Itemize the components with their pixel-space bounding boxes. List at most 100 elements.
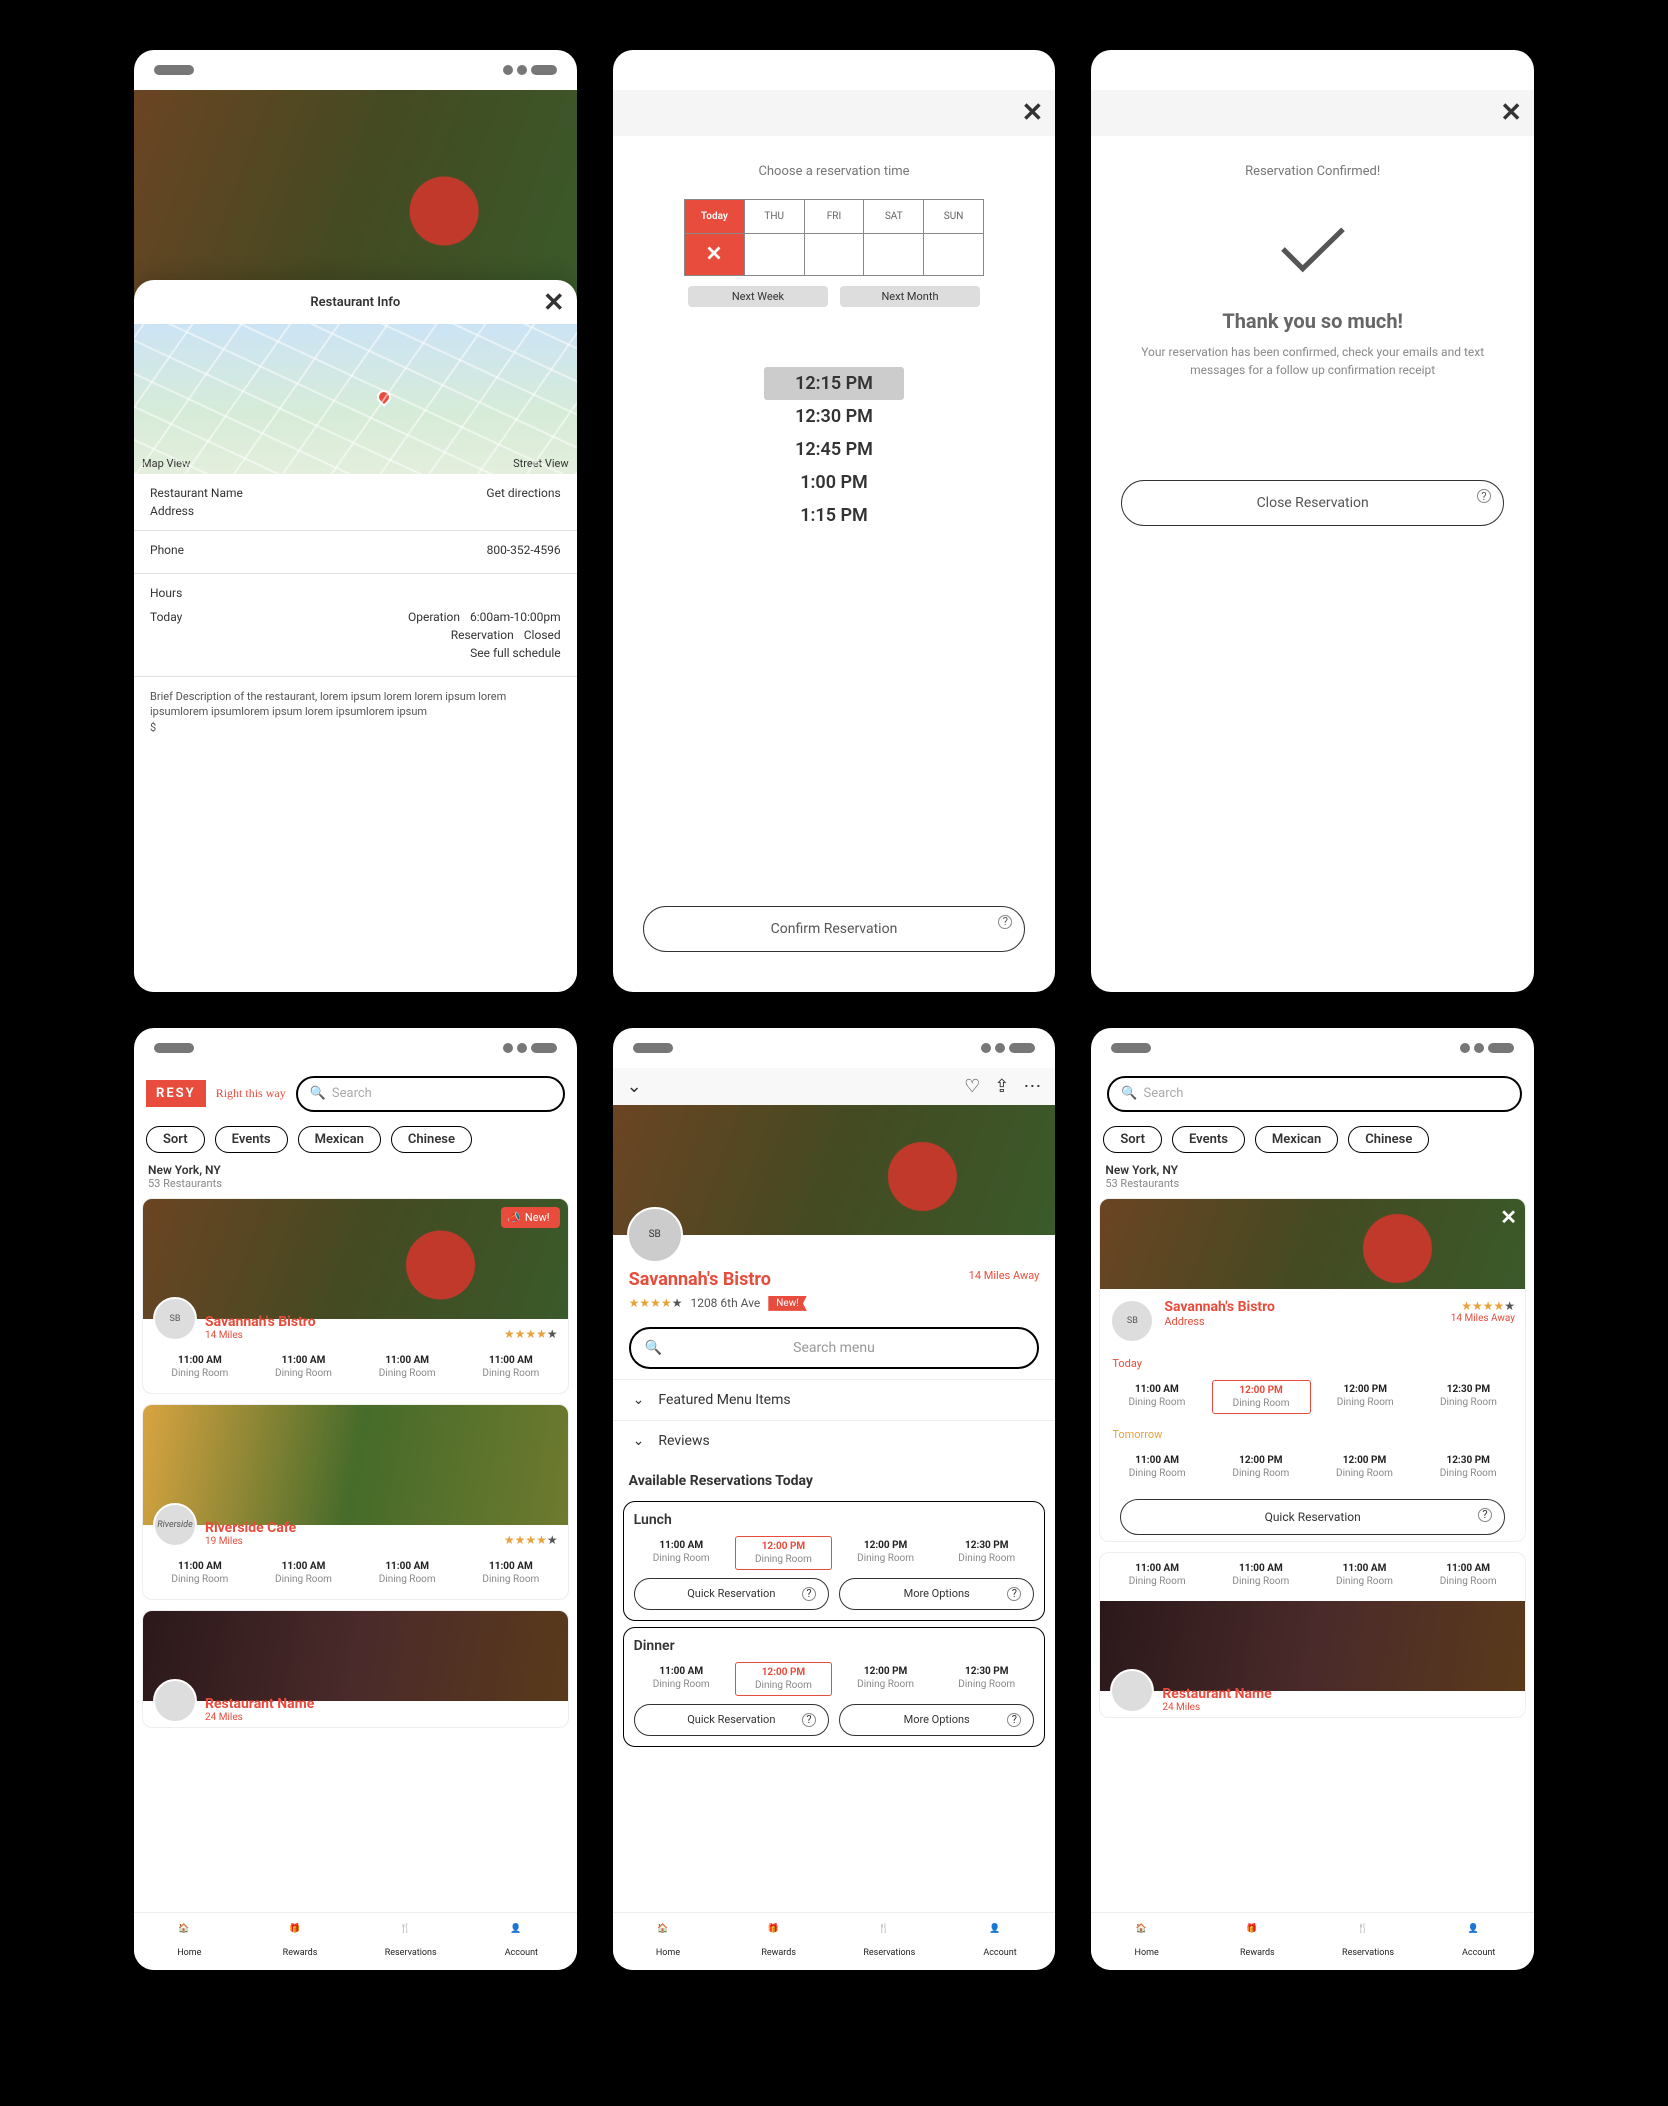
- time-slot[interactable]: 12:30 PMDining Room: [939, 1662, 1034, 1696]
- chip-events[interactable]: Events: [215, 1126, 288, 1153]
- time-slot[interactable]: 11:00 AMDining Room: [1108, 1559, 1206, 1591]
- restaurant-card-expanded[interactable]: ✕ SB Savannah's Bistro Address ★★★★★ 14 …: [1099, 1198, 1526, 1542]
- time-slot[interactable]: 11:00 AMDining Room: [634, 1662, 729, 1696]
- time-slot-selected[interactable]: 12:00 PMDining Room: [1212, 1380, 1311, 1414]
- restaurant-card[interactable]: 11:00 AMDining Room 11:00 AMDining Room …: [1099, 1552, 1526, 1718]
- tab-reservations[interactable]: 🍴Reservations: [1313, 1913, 1424, 1970]
- resy-logo[interactable]: RESY: [146, 1080, 206, 1107]
- help-icon[interactable]: ?: [1478, 1508, 1492, 1522]
- time-slot-selected[interactable]: 12:00 PMDining Room: [735, 1662, 832, 1696]
- tab-rewards[interactable]: 🎁Rewards: [1202, 1913, 1313, 1970]
- time-slot[interactable]: 12:00 PMDining Room: [1317, 1380, 1414, 1414]
- reviews-accordion[interactable]: ⌄ Reviews: [613, 1420, 1056, 1461]
- help-icon[interactable]: ?: [1007, 1713, 1021, 1727]
- more-icon[interactable]: ⋯: [1023, 1076, 1041, 1097]
- time-slot[interactable]: 11:00 AMDining Room: [1212, 1559, 1310, 1591]
- chip-sort[interactable]: Sort: [1103, 1126, 1162, 1153]
- tab-home[interactable]: 🏠Home: [134, 1913, 245, 1970]
- search-menu-input[interactable]: 🔍 Search menu: [629, 1327, 1040, 1369]
- tab-reservations[interactable]: 🍴Reservations: [834, 1913, 945, 1970]
- tab-home[interactable]: 🏠Home: [1091, 1913, 1202, 1970]
- restaurant-card[interactable]: 📣 New! SB Savannah's Bistro 14 Miles ★★★…: [142, 1198, 569, 1394]
- chip-mexican[interactable]: Mexican: [298, 1126, 381, 1153]
- help-icon[interactable]: ?: [1007, 1587, 1021, 1601]
- time-slot[interactable]: 11:00 AMDining Room: [634, 1536, 729, 1570]
- tab-rewards[interactable]: 🎁Rewards: [723, 1913, 834, 1970]
- quick-reservation-button[interactable]: Quick Reservation?: [634, 1704, 829, 1736]
- search-input[interactable]: 🔍 Search: [1107, 1076, 1522, 1112]
- tab-account[interactable]: 👤Account: [1423, 1913, 1534, 1970]
- featured-menu-accordion[interactable]: ⌄ Featured Menu Items: [613, 1379, 1056, 1420]
- tab-reservations[interactable]: 🍴Reservations: [355, 1913, 466, 1970]
- share-icon[interactable]: ⇪: [994, 1076, 1009, 1097]
- close-icon[interactable]: ✕: [1500, 98, 1522, 128]
- calendar-day[interactable]: THU: [744, 200, 804, 234]
- search-input[interactable]: 🔍 Search: [296, 1076, 565, 1112]
- close-icon[interactable]: ✕: [1022, 98, 1044, 128]
- time-slot[interactable]: 11:00 AMDining Room: [151, 1557, 249, 1589]
- street-view-toggle[interactable]: Street View: [513, 457, 569, 470]
- tab-account[interactable]: 👤Account: [945, 1913, 1056, 1970]
- time-slot[interactable]: 12:00 PMDining Room: [1316, 1451, 1414, 1483]
- heart-icon[interactable]: ♡: [964, 1076, 980, 1097]
- close-icon[interactable]: ✕: [1500, 1205, 1517, 1229]
- time-slot[interactable]: 12:00 PMDining Room: [838, 1536, 933, 1570]
- time-slot[interactable]: 12:30 PMDining Room: [1420, 1380, 1517, 1414]
- chip-events[interactable]: Events: [1172, 1126, 1245, 1153]
- chip-chinese[interactable]: Chinese: [1348, 1126, 1429, 1153]
- help-icon[interactable]: ?: [802, 1713, 816, 1727]
- chevron-down-icon[interactable]: ⌄: [627, 1076, 642, 1097]
- tab-rewards[interactable]: 🎁Rewards: [245, 1913, 356, 1970]
- time-slot[interactable]: 11:00 AMDining Room: [1419, 1559, 1517, 1591]
- close-reservation-button[interactable]: Close Reservation ?: [1121, 480, 1504, 526]
- time-slot[interactable]: 11:00 AMDining Room: [358, 1351, 456, 1383]
- time-option[interactable]: 1:15 PM: [613, 499, 1056, 532]
- time-slot[interactable]: 12:00 PMDining Room: [838, 1662, 933, 1696]
- calendar-day[interactable]: SAT: [864, 200, 924, 234]
- map-view-toggle[interactable]: Map View: [142, 457, 190, 470]
- more-options-button[interactable]: More Options?: [839, 1578, 1034, 1610]
- calendar-day[interactable]: FRI: [804, 200, 864, 234]
- more-options-button[interactable]: More Options?: [839, 1704, 1034, 1736]
- time-slot[interactable]: 11:00 AMDining Room: [358, 1557, 456, 1589]
- time-slot[interactable]: 11:00 AMDining Room: [255, 1557, 353, 1589]
- quick-reservation-button[interactable]: Quick Reservation?: [634, 1578, 829, 1610]
- time-slot[interactable]: 11:00 AMDining Room: [1316, 1559, 1414, 1591]
- time-slot[interactable]: 11:00 AMDining Room: [462, 1351, 560, 1383]
- tab-home[interactable]: 🏠Home: [613, 1913, 724, 1970]
- chip-chinese[interactable]: Chinese: [391, 1126, 472, 1153]
- time-slot[interactable]: 11:00 AMDining Room: [462, 1557, 560, 1589]
- time-slot[interactable]: 11:00 AMDining Room: [1108, 1451, 1206, 1483]
- help-icon[interactable]: ?: [1477, 489, 1491, 503]
- confirm-reservation-button[interactable]: Confirm Reservation ?: [643, 906, 1026, 952]
- get-directions-link[interactable]: Get directions: [486, 486, 560, 500]
- time-option-selected[interactable]: 12:15 PM: [764, 367, 904, 400]
- map-view[interactable]: Map View Street View: [134, 324, 577, 474]
- time-slot[interactable]: 11:00 AMDining Room: [1108, 1380, 1205, 1414]
- chip-sort[interactable]: Sort: [146, 1126, 205, 1153]
- restaurant-card[interactable]: Restaurant Name 24 Miles: [142, 1610, 569, 1728]
- chip-mexican[interactable]: Mexican: [1255, 1126, 1338, 1153]
- time-slot[interactable]: 12:30 PMDining Room: [1419, 1451, 1517, 1483]
- help-icon[interactable]: ?: [998, 915, 1012, 929]
- time-option[interactable]: 12:45 PM: [613, 433, 1056, 466]
- next-week-button[interactable]: Next Week: [688, 286, 828, 307]
- help-icon[interactable]: ?: [802, 1587, 816, 1601]
- restaurant-card[interactable]: Riverside Riverside Cafe 19 Miles ★★★★★ …: [142, 1404, 569, 1600]
- calendar-day-today[interactable]: Today: [684, 200, 744, 234]
- next-month-button[interactable]: Next Month: [840, 286, 980, 307]
- time-slot[interactable]: 11:00 AMDining Room: [255, 1351, 353, 1383]
- close-icon[interactable]: ✕: [543, 288, 565, 318]
- time-slot-selected[interactable]: 12:00 PMDining Room: [735, 1536, 832, 1570]
- calendar-day[interactable]: SUN: [924, 200, 984, 234]
- see-full-schedule-link[interactable]: See full schedule: [470, 646, 561, 660]
- time-slot[interactable]: 12:30 PMDining Room: [939, 1536, 1034, 1570]
- time-option[interactable]: 1:00 PM: [613, 466, 1056, 499]
- tab-account[interactable]: 👤Account: [466, 1913, 577, 1970]
- time-slot[interactable]: 12:00 PMDining Room: [1212, 1451, 1310, 1483]
- time-picker[interactable]: 12:15 PM 12:30 PM 12:45 PM 1:00 PM 1:15 …: [613, 367, 1056, 532]
- time-option[interactable]: 12:30 PM: [613, 400, 1056, 433]
- time-slot[interactable]: 11:00 AMDining Room: [151, 1351, 249, 1383]
- phone-value[interactable]: 800-352-4596: [487, 543, 561, 557]
- quick-reservation-button[interactable]: Quick Reservation ?: [1120, 1499, 1505, 1535]
